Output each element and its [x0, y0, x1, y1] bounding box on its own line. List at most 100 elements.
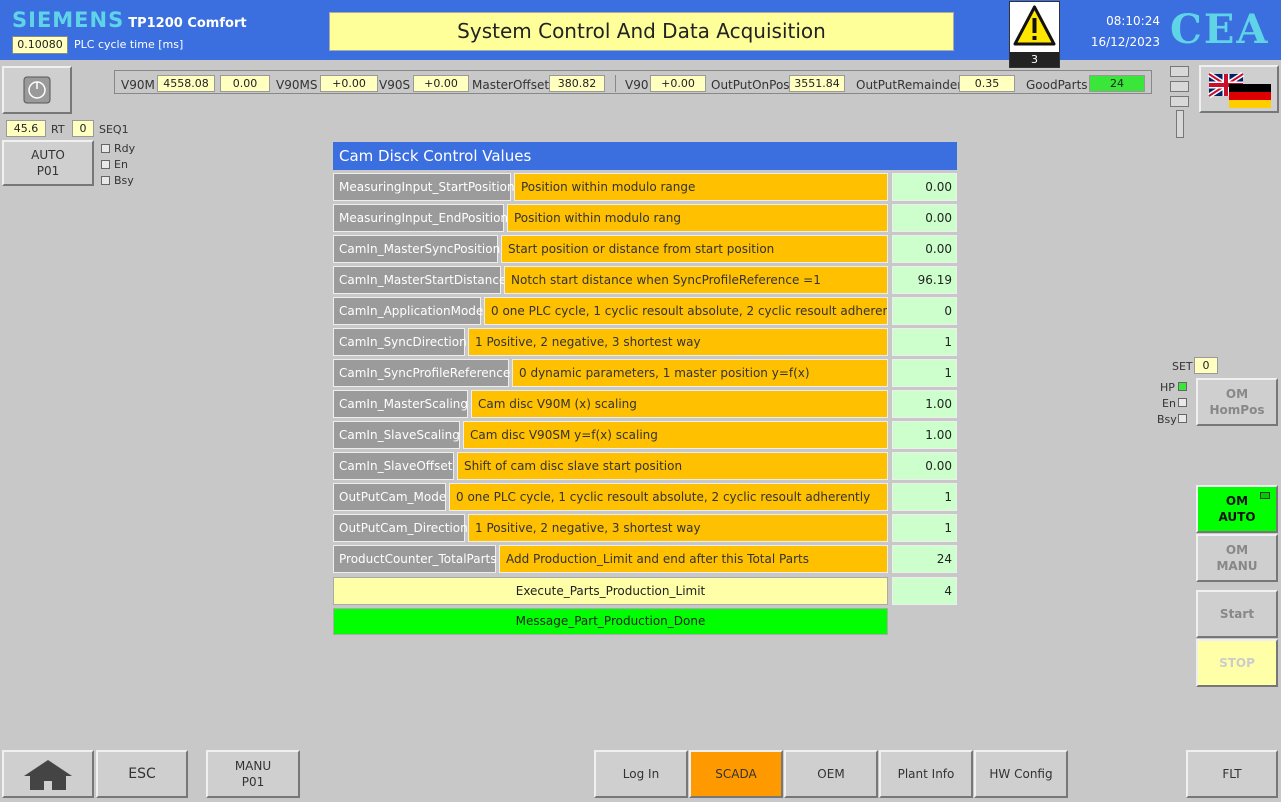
om-manu-button[interactable]: OM MANU — [1196, 534, 1278, 582]
parameter-description: Add Production_Limit and end after this … — [499, 545, 888, 573]
v90m-label: V90M — [121, 78, 155, 92]
parameter-value-input[interactable]: 1 — [892, 328, 957, 356]
login-label: Log In — [622, 767, 660, 781]
plant-info-label: Plant Info — [897, 767, 955, 781]
v90m-value: 4558.08 — [157, 75, 215, 92]
production-done-message: Message_Part_Production_Done — [333, 608, 888, 635]
parameter-description: Position within modulo rang — [507, 204, 888, 232]
parameter-name: OutPutCam_Direction — [333, 514, 468, 542]
rt-label: RT — [51, 123, 65, 136]
brand: SIEMENS TP1200 Comfort — [12, 8, 247, 32]
parameter-description: 1 Positive, 2 negative, 3 shortest way — [468, 514, 888, 542]
parameter-name: MeasuringInput_StartPosition — [333, 173, 515, 201]
parameter-value-input[interactable]: 96.19 — [892, 266, 957, 294]
cam-disc-panel-title: Cam Disck Control Values — [333, 142, 957, 170]
parameter-name: CamIn_SlaveOffset — [333, 452, 454, 480]
auto-label: AUTO — [31, 148, 65, 162]
manu-p01-button[interactable]: MANU P01 — [206, 750, 300, 798]
en-led — [101, 160, 110, 169]
om-hompos-button[interactable]: OM HomPos — [1196, 378, 1278, 426]
rdy-led — [101, 144, 110, 153]
parameter-value-input[interactable]: 0 — [892, 297, 957, 325]
start-label: Start — [1219, 607, 1255, 621]
hw-config-button[interactable]: HW Config — [974, 750, 1068, 798]
parameter-name: CamIn_ApplicationMode — [333, 297, 483, 325]
hp-label: HP — [1160, 381, 1175, 394]
language-flags — [1207, 71, 1271, 108]
stop-label: STOP — [1219, 656, 1255, 670]
plant-info-button[interactable]: Plant Info — [879, 750, 973, 798]
clock-time: 08:10:24 — [1106, 14, 1160, 28]
om-hompos-line1: OM — [1225, 387, 1249, 401]
parameter-value-input[interactable]: 24 — [892, 545, 957, 573]
plc-cycle-value: 0.10080 — [12, 36, 68, 54]
language-button[interactable] — [1199, 65, 1279, 113]
output-remainder-label: OutPutRemainder — [856, 78, 963, 92]
parameter-name: CamIn_SyncDirection — [333, 328, 467, 356]
hw-config-label: HW Config — [989, 767, 1053, 781]
flt-button[interactable]: FLT — [1186, 750, 1278, 798]
warning-icon — [1013, 5, 1056, 46]
execute-parts-production-limit-button[interactable]: Execute_Parts_Production_Limit — [333, 577, 888, 605]
parameter-value-input[interactable]: 0.00 — [892, 173, 957, 201]
parameter-value-input[interactable]: 1 — [892, 483, 957, 511]
parameter-value-input[interactable]: 1.00 — [892, 421, 957, 449]
parameter-value-input[interactable]: 0.00 — [892, 452, 957, 480]
parameter-name: CamIn_MasterScaling — [333, 390, 468, 418]
stop-button[interactable]: STOP — [1196, 639, 1278, 687]
login-button[interactable]: Log In — [594, 750, 688, 798]
cea-logo: CEA — [1170, 6, 1270, 53]
auto-p01-button[interactable]: AUTO P01 — [2, 140, 94, 186]
set-label: SET — [1172, 360, 1193, 373]
parameter-description: Position within modulo range — [514, 173, 888, 201]
manu-line2: P01 — [241, 775, 265, 789]
esc-button[interactable]: ESC — [96, 750, 188, 798]
manu-line1: MANU — [234, 759, 272, 773]
parameter-value-input[interactable]: 1 — [892, 514, 957, 542]
parameter-description: Cam disc V90M (x) scaling — [471, 390, 888, 418]
parameter-name: CamIn_MasterStartDistance — [333, 266, 506, 294]
om-auto-led — [1260, 492, 1270, 499]
home-icon — [24, 760, 72, 790]
parameter-description: Notch start distance when SyncProfileRef… — [504, 266, 888, 294]
parameter-description: 0 one PLC cycle, 1 cyclic resoult absolu… — [449, 483, 888, 511]
parameter-name: MeasuringInput_EndPosition — [333, 204, 508, 232]
alarm-count: 3 — [1010, 52, 1059, 67]
parameter-value-input[interactable]: 1 — [892, 359, 957, 387]
toolbar-divider — [615, 75, 616, 92]
clock-date: 16/12/2023 — [1090, 35, 1160, 49]
v90ms-label: V90MS — [276, 78, 318, 92]
om-auto-line2: AUTO — [1218, 510, 1256, 524]
parameter-description: 0 one PLC cycle, 1 cyclic resoult absolu… — [484, 297, 888, 325]
output-remainder-value: 0.35 — [959, 75, 1015, 92]
hp-led — [1178, 382, 1187, 391]
om-auto-button[interactable]: OM AUTO — [1196, 485, 1278, 533]
parameter-value-input[interactable]: 0.00 — [892, 204, 957, 232]
bsy-led — [101, 176, 110, 185]
screen-indicator — [1170, 81, 1189, 92]
om-manu-line2: MANU — [1216, 559, 1258, 573]
page-title: System Control And Data Acquisition — [329, 12, 954, 51]
master-offset-label: MasterOffset — [472, 78, 550, 92]
alarm-indicator-button[interactable]: 3 — [1009, 1, 1060, 68]
home-button[interactable] — [2, 750, 94, 798]
en-right-label: En — [1162, 397, 1176, 410]
production-limit-input[interactable]: 4 — [892, 577, 957, 605]
parameter-value-input[interactable]: 0.00 — [892, 235, 957, 263]
parameter-value-input[interactable]: 1.00 — [892, 390, 957, 418]
scada-button[interactable]: SCADA — [689, 750, 783, 798]
parameter-name: OutPutCam_Mode — [333, 483, 446, 511]
parameter-name: CamIn_SlaveScaling — [333, 421, 460, 449]
seq-value: 0 — [72, 120, 94, 137]
scada-label: SCADA — [715, 767, 757, 781]
status-toolbar: V90M 4558.08 0.00 V90MS +0.00 V90S +0.00… — [114, 70, 1152, 94]
output-on-pos-value: 3551.84 — [789, 75, 845, 92]
start-button[interactable]: Start — [1196, 590, 1278, 638]
device-model: TP1200 Comfort — [128, 16, 247, 31]
power-button[interactable] — [2, 66, 72, 114]
german-flag-icon — [1229, 84, 1271, 108]
power-icon — [23, 76, 51, 104]
plc-cycle-label: PLC cycle time [ms] — [74, 38, 184, 51]
oem-button[interactable]: OEM — [784, 750, 878, 798]
good-parts-label: GoodParts — [1026, 78, 1088, 92]
